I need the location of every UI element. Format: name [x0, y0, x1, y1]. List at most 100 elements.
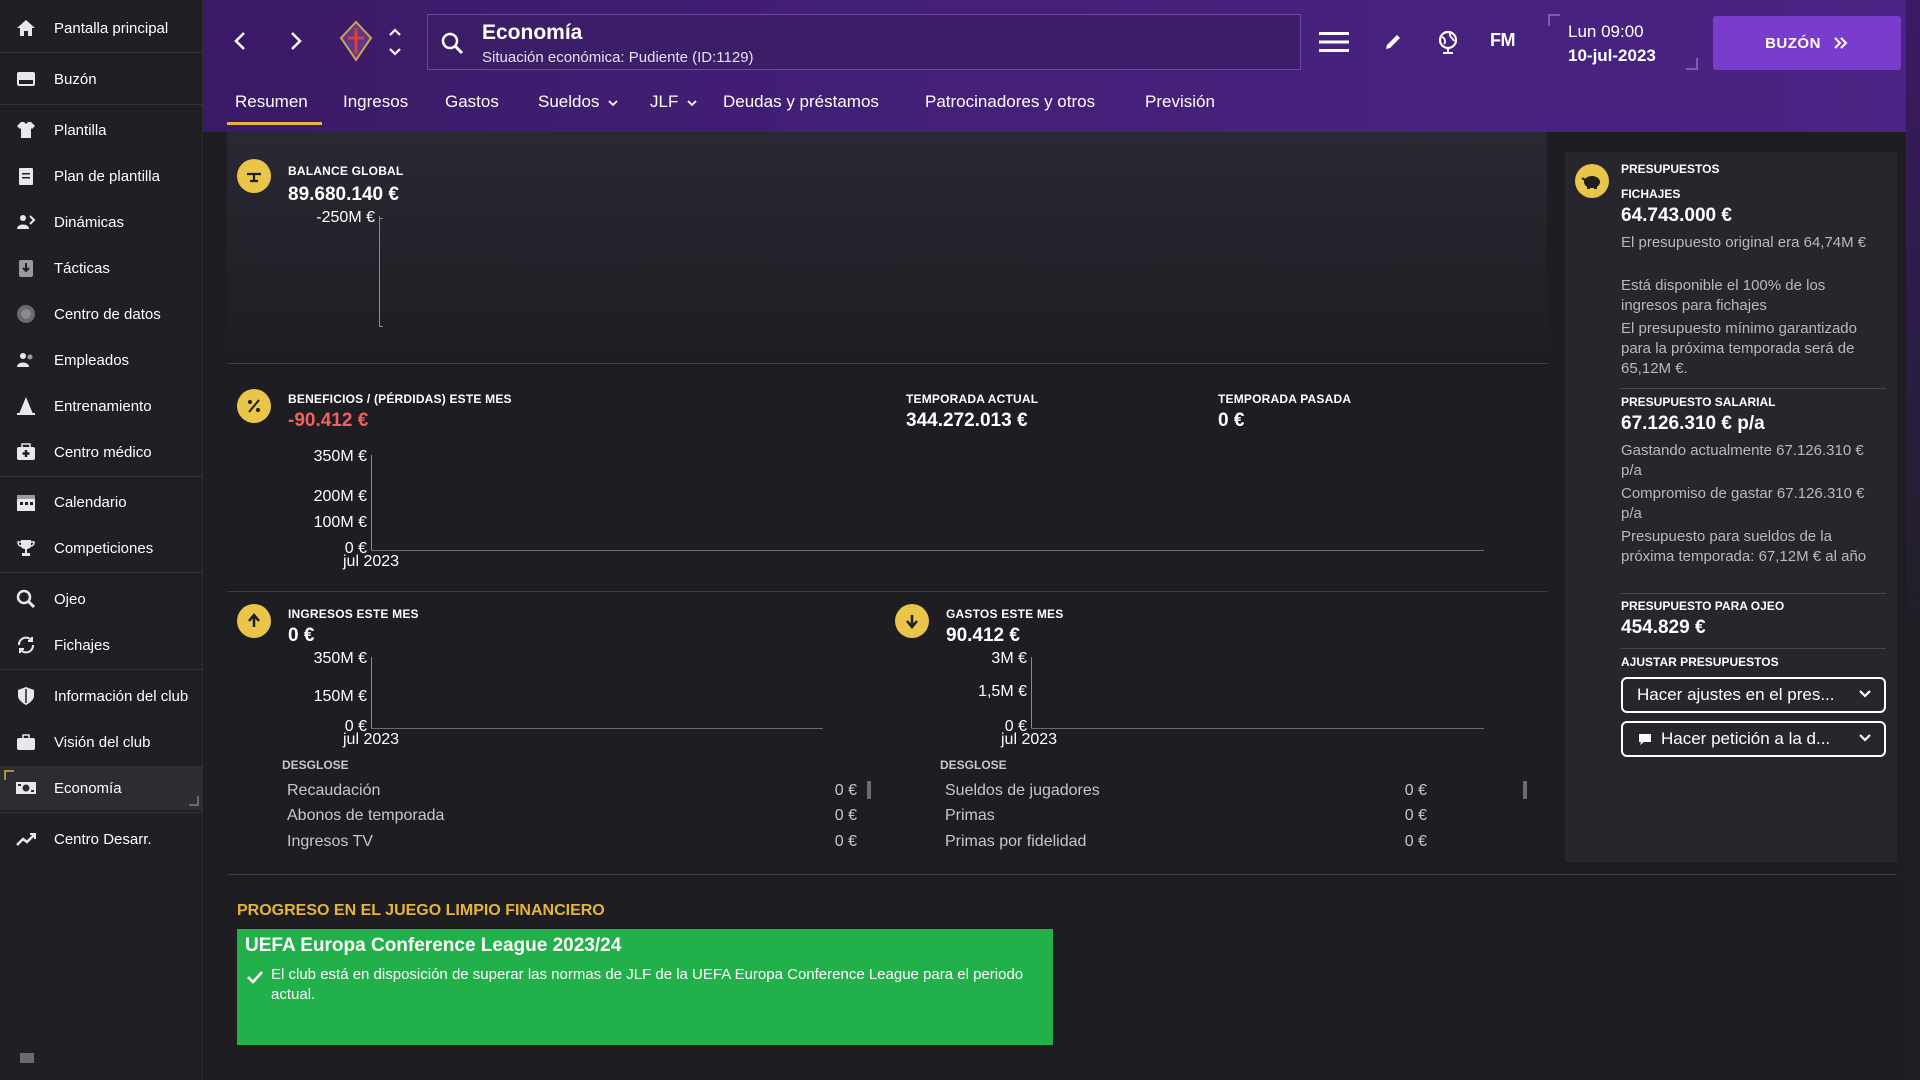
sidebar-item-label: Competiciones — [54, 539, 154, 557]
chevron-up-icon — [389, 28, 401, 36]
expenses-value: 90.412 € — [946, 625, 1020, 646]
sidebar-item-staff[interactable]: Empleados — [0, 338, 203, 382]
income-chart-y-axis — [371, 657, 372, 729]
menu-button[interactable] — [1319, 28, 1349, 56]
calendar-icon — [15, 491, 37, 513]
wage-budget-label: PRESUPUESTO SALARIAL — [1621, 395, 1776, 409]
world-button[interactable] — [1433, 28, 1463, 56]
training-cone-icon — [15, 395, 37, 417]
tab-ffp[interactable]: JLF — [650, 92, 697, 112]
balance-axis-label: -250M € — [316, 209, 375, 226]
income-value: 0 € — [288, 625, 315, 646]
budget-divider — [1621, 593, 1886, 594]
current-season-value: 344.272.013 € — [906, 410, 1028, 431]
sidebar-item-home[interactable]: Pantalla principal — [0, 6, 203, 50]
sidebar-item-label: Tácticas — [54, 259, 110, 277]
expenses-breakdown-row-value: 0 € — [1404, 782, 1427, 799]
sidebar-item-club-vision[interactable]: Visión del club — [0, 720, 203, 764]
sidebar-divider — [0, 476, 203, 477]
adjust-budgets-dropdown-label: Hacer ajustes en el pres... — [1637, 685, 1835, 704]
hamburger-menu-icon — [1319, 32, 1349, 52]
transfer-budget-note: Está disponible el 100% de los ingresos … — [1621, 277, 1826, 314]
section-divider — [227, 363, 1547, 364]
transfer-arrows-icon — [15, 634, 37, 656]
tab-income[interactable]: Ingresos — [343, 92, 408, 112]
speech-bubble-icon — [1639, 734, 1651, 745]
sidebar-item-label: Buzón — [54, 70, 97, 88]
expenses-axis-label: 3M € — [991, 650, 1027, 667]
edit-button[interactable] — [1378, 28, 1408, 56]
forward-button[interactable] — [281, 26, 311, 56]
sidebar-item-label: Visión del club — [54, 733, 151, 751]
adjust-budgets-dropdown[interactable]: Hacer ajustes en el pres... — [1621, 677, 1886, 713]
sidebar-item-medical[interactable]: Centro médico — [0, 430, 203, 474]
tab-expenses[interactable]: Gastos — [445, 92, 499, 112]
profit-x-label: jul 2023 — [343, 553, 400, 570]
expenses-chart-baseline — [1031, 728, 1484, 729]
balance-axis-tick — [379, 218, 383, 219]
sidebar-item-scouting[interactable]: Ojeo — [0, 577, 203, 621]
income-breakdown-row-name: Abonos de temporada — [287, 807, 445, 824]
sidebar-item-squad[interactable]: Plantilla — [0, 108, 203, 152]
sidebar-item-data-hub[interactable]: Centro de datos — [0, 292, 203, 336]
adjust-budgets-label: AJUSTAR PRESUPUESTOS — [1621, 655, 1779, 669]
wage-budget-note: Gastando actualmente 67.126.310 € p/a — [1621, 442, 1864, 479]
sidebar-item-dynamics[interactable]: Dinámicas — [0, 200, 203, 244]
board-request-dropdown[interactable]: Hacer petición a la d... — [1621, 721, 1886, 757]
wage-budget-value: 67.126.310 € p/a — [1621, 413, 1765, 434]
sidebar-item-label: Centro médico — [54, 443, 152, 461]
fm-logo[interactable]: FM — [1490, 30, 1516, 51]
sidebar-item-competitions[interactable]: Competiciones — [0, 526, 203, 570]
tab-wages[interactable]: Sueldos — [538, 92, 618, 112]
tab-debts-loans[interactable]: Deudas y préstamos — [723, 92, 879, 112]
income-label: INGRESOS ESTE MES — [288, 607, 419, 621]
inbox-icon — [15, 68, 37, 90]
income-axis-label: 350M € — [313, 650, 367, 667]
expenses-breakdown-bar — [1523, 781, 1527, 799]
budgets-panel: PRESUPUESTOS FICHAJES 64.743.000 € El pr… — [1565, 152, 1897, 862]
balance-label: BALANCE GLOBAL — [288, 164, 404, 178]
club-switch-stepper[interactable] — [385, 24, 405, 60]
sidebar-item-squad-planner[interactable]: Plan de plantilla — [0, 154, 203, 198]
sidebar-item-development-centre[interactable]: Centro Desarr. — [0, 817, 203, 861]
money-icon — [15, 777, 37, 799]
expenses-x-label: jul 2023 — [1001, 731, 1058, 748]
chevron-down-icon — [687, 100, 697, 107]
scouting-budget-label: PRESUPUESTO PARA OJEO — [1621, 599, 1785, 613]
club-crest-icon[interactable] — [339, 20, 373, 62]
sidebar-item-training[interactable]: Entrenamiento — [0, 384, 203, 428]
profit-axis-label: 350M € — [313, 448, 367, 465]
sidebar-item-calendar[interactable]: Calendario — [0, 480, 203, 524]
tab-sponsors[interactable]: Patrocinadores y otros — [925, 92, 1095, 112]
search-box[interactable]: Economía Situación económica: Pudiente (… — [427, 14, 1301, 70]
income-breakdown-bar — [867, 781, 871, 799]
sidebar-divider — [0, 812, 203, 813]
tab-projection[interactable]: Previsión — [1145, 92, 1215, 112]
balance-value: 89.680.140 € — [288, 184, 399, 205]
back-button[interactable] — [225, 26, 255, 56]
window-edge-decoration — [1906, 0, 1920, 1080]
profit-axis-label: 200M € — [313, 488, 367, 505]
budgets-title: PRESUPUESTOS — [1621, 162, 1720, 176]
expenses-breakdown-row-name: Sueldos de jugadores — [945, 782, 1100, 799]
income-breakdown-row-name: Ingresos TV — [287, 833, 373, 850]
sidebar-item-tactics[interactable]: Tácticas — [0, 246, 203, 290]
sidebar-item-label: Dinámicas — [54, 213, 125, 231]
transfer-budget-value: 64.743.000 € — [1621, 205, 1732, 226]
panel-background — [227, 132, 1547, 362]
game-date-value: 10-jul-2023 — [1568, 46, 1656, 65]
chevron-down-icon — [389, 48, 401, 56]
sidebar-item-club-info[interactable]: Información del club — [0, 674, 203, 718]
tab-label: Sueldos — [538, 92, 600, 111]
sidebar-item-finances[interactable]: Economía — [0, 766, 203, 810]
section-divider — [227, 874, 1897, 875]
tab-summary[interactable]: Resumen — [227, 92, 322, 125]
sidebar-item-transfers[interactable]: Fichajes — [0, 623, 203, 667]
home-icon — [15, 17, 37, 39]
sidebar-item-label: Fichajes — [54, 636, 110, 654]
sidebar-item-inbox[interactable]: Buzón — [0, 57, 203, 101]
chevron-right-icon — [291, 32, 302, 50]
game-date[interactable]: Lun 09:00 10-jul-2023 — [1548, 14, 1698, 70]
expenses-breakdown-row-name: Primas por fidelidad — [945, 833, 1087, 850]
continue-inbox-button[interactable]: BUZÓN — [1713, 16, 1901, 70]
